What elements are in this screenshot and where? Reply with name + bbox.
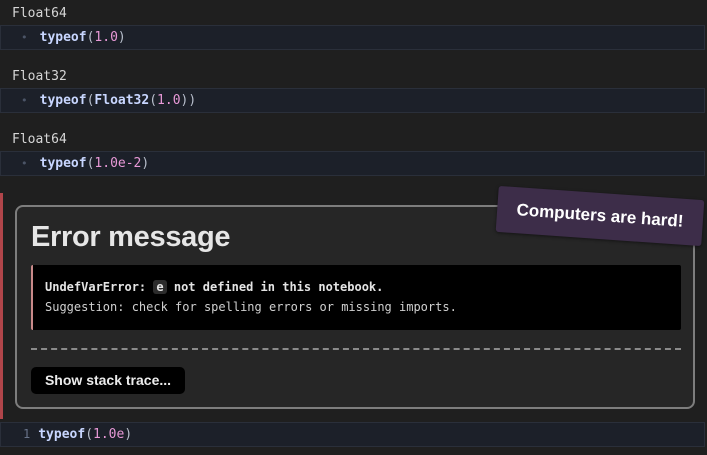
code-arg: 1.0 — [157, 93, 181, 108]
code-paren: ) — [188, 93, 197, 108]
error-suggestion: Suggestion: check for spelling errors or… — [45, 300, 457, 314]
line-marker-icon: • — [21, 157, 28, 170]
code-cell[interactable]: • typeof(Float32(1.0)) — [0, 88, 705, 113]
error-title: Error message — [31, 221, 231, 253]
cell-output: Float32 — [12, 69, 67, 84]
code-paren: ( — [149, 93, 158, 108]
show-stack-trace-button[interactable]: Show stack trace... — [31, 367, 185, 394]
error-detail: not defined in this notebook. — [173, 280, 384, 294]
code-paren: ) — [117, 30, 126, 45]
dashed-divider — [31, 348, 681, 350]
code-paren: ( — [85, 427, 94, 442]
line-marker-icon: • — [21, 31, 28, 44]
code-arg: 1.0e-2 — [94, 156, 142, 171]
cell-output: Float64 — [12, 132, 67, 147]
code-cell[interactable]: • typeof(1.0) — [0, 25, 705, 50]
code-cell[interactable]: • typeof(1.0e-2) — [0, 151, 705, 176]
code-cell[interactable]: 1 typeof(1.0e) — [0, 422, 705, 447]
code-function: typeof — [39, 156, 87, 171]
code-function: typeof — [38, 427, 86, 442]
code-function: typeof — [39, 30, 87, 45]
code-paren: ) — [124, 427, 133, 442]
code-inner-function: Float32 — [94, 93, 150, 108]
line-number: 1 — [23, 427, 31, 441]
code-paren: ) — [141, 156, 150, 171]
cell-output: Float64 — [12, 6, 67, 21]
error-message-box: UndefVarError: e not defined in this not… — [31, 265, 681, 330]
error-type: UndefVarError: — [45, 280, 147, 294]
notebook: Float64 • typeof(1.0) Float32 • typeof(Flo… — [0, 0, 707, 455]
code-arg: 1.0 — [94, 30, 118, 45]
code-arg: 1.0e — [93, 427, 125, 442]
error-line-1: UndefVarError: e not defined in this not… — [45, 277, 669, 297]
line-marker-icon: • — [21, 94, 28, 107]
error-variable: e — [153, 280, 167, 294]
code-function: typeof — [39, 93, 87, 108]
